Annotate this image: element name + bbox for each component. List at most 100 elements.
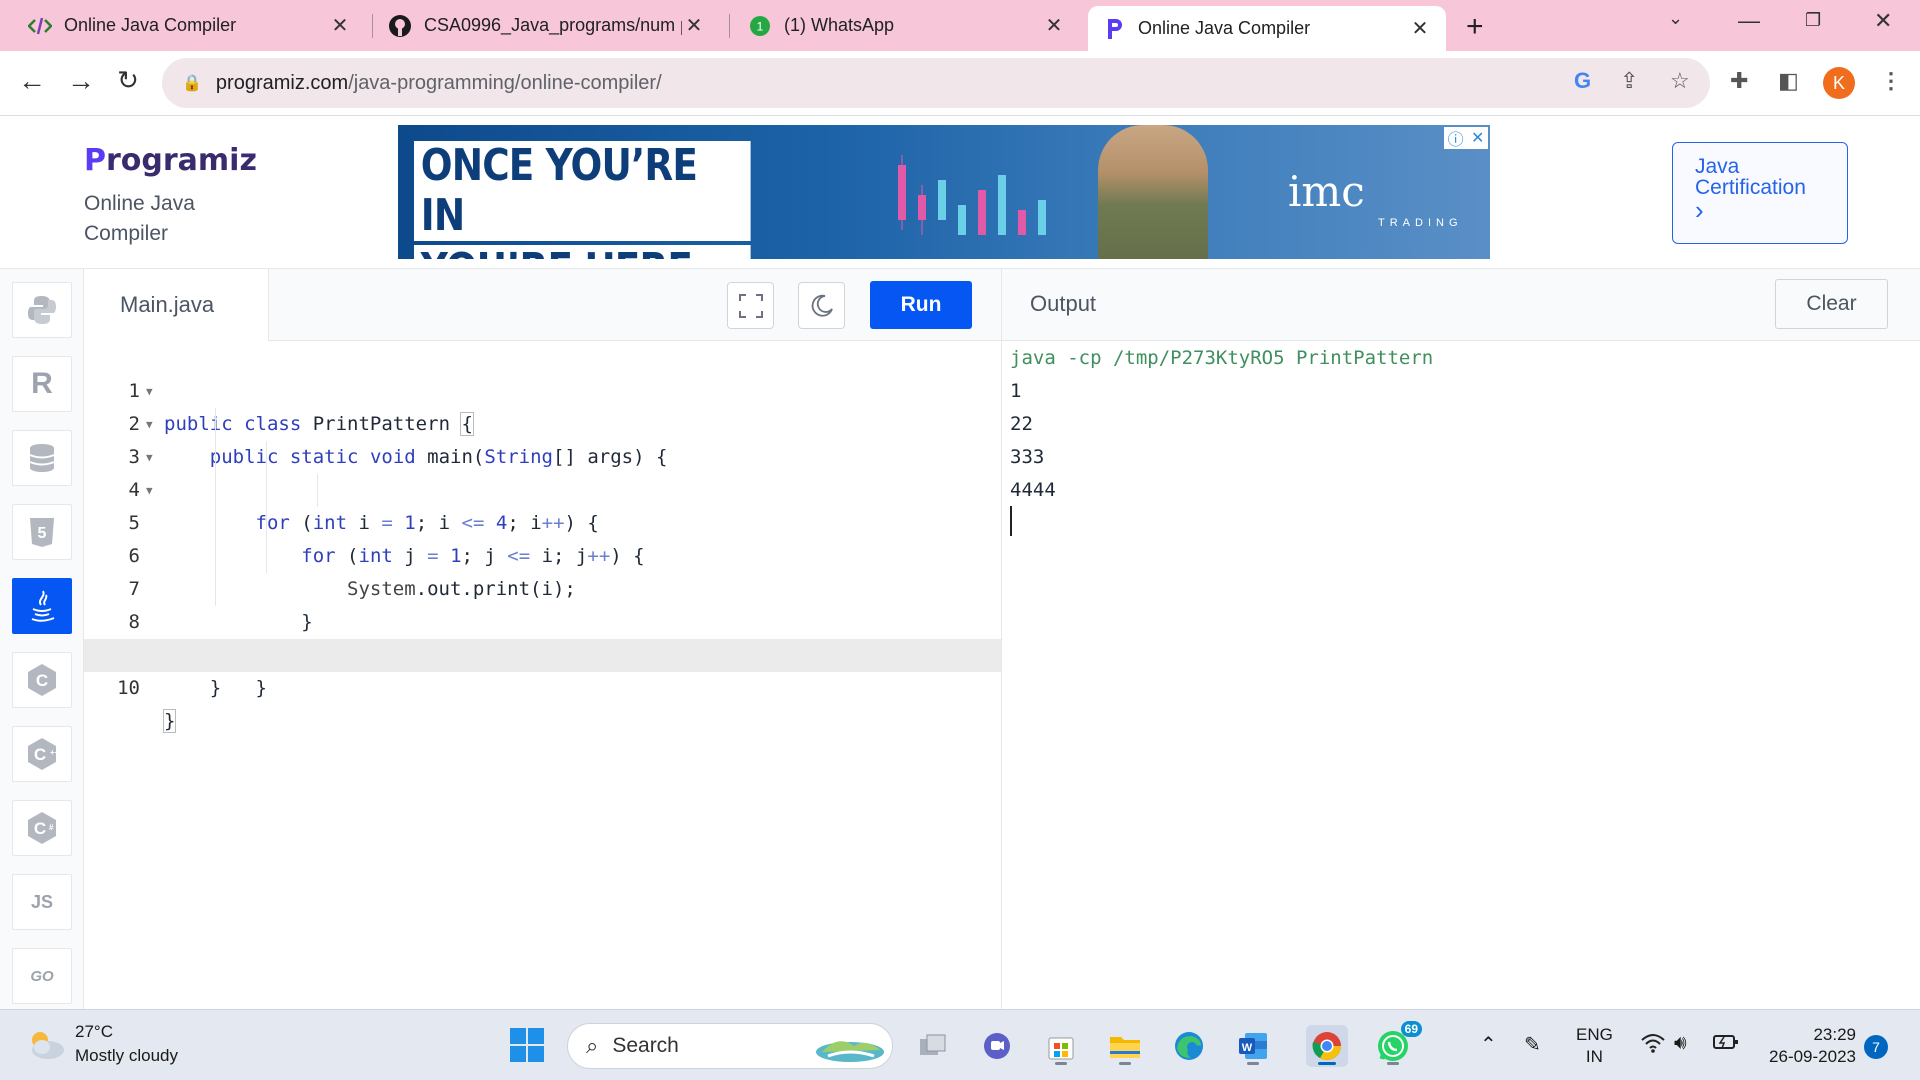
ad-brand-subtitle: TRADING (1378, 217, 1463, 229)
tab-search-icon[interactable]: ⌄ (1668, 8, 1683, 29)
tab-title: CSA0996_Java_programs/num p (424, 15, 682, 35)
close-icon[interactable]: ✕ (1042, 13, 1066, 38)
share-icon[interactable]: ⇪ (1620, 68, 1638, 94)
battery-icon[interactable] (1712, 1032, 1740, 1058)
notification-count-badge[interactable]: 7 (1864, 1035, 1888, 1059)
url-path: /java-programming/online-compiler/ (348, 71, 662, 94)
menu-kebab-icon[interactable]: ⋮ (1880, 68, 1902, 94)
bookmark-star-icon[interactable]: ☆ (1670, 68, 1690, 94)
csharp-icon[interactable]: C # (12, 800, 72, 856)
tab-title: Online Java Compiler (1138, 18, 1311, 38)
text-cursor (1010, 506, 1012, 536)
svg-text:W: W (1242, 1042, 1253, 1054)
edge-browser-icon[interactable] (1168, 1025, 1210, 1067)
tab-title: Online Java Compiler (64, 15, 237, 35)
run-button[interactable]: Run (870, 281, 972, 329)
language-sidebar: R 5 C C ++ C # JS GO (0, 269, 84, 1009)
restore-icon[interactable]: ❐ (1805, 10, 1821, 31)
taskbar-search-box[interactable]: ⌕ Search (567, 1023, 893, 1069)
clear-button[interactable]: Clear (1775, 279, 1888, 329)
code-line: 9 } (129, 644, 222, 699)
cpp-icon[interactable]: C ++ (12, 726, 72, 782)
pen-icon[interactable]: ✎ (1524, 1032, 1541, 1057)
ad-person-image (1098, 125, 1208, 259)
browser-tab-2[interactable]: CSA0996_Java_programs/num p ✕ (374, 0, 720, 51)
whatsapp-unread-badge: 69 (1400, 1021, 1422, 1037)
c-icon[interactable]: C (12, 652, 72, 708)
close-icon[interactable]: ✕ (1471, 128, 1484, 148)
tab-separator (729, 14, 730, 38)
windows-start-icon[interactable] (510, 1028, 544, 1062)
window-close-icon[interactable]: ✕ (1874, 8, 1892, 34)
code-line-current: 10 } (84, 639, 1001, 733)
system-clock[interactable]: 23:29 26-09-2023 (1758, 1024, 1856, 1068)
close-icon[interactable]: ✕ (1408, 16, 1432, 41)
code-line: 5 System.out.print(i); (84, 474, 1001, 600)
lock-icon: 🔒 (182, 75, 202, 92)
fullscreen-icon[interactable] (727, 282, 774, 329)
html5-icon[interactable]: 5 (12, 504, 72, 560)
address-bar[interactable]: 🔒 programiz.com/java-programming/online-… (162, 58, 1710, 108)
ad-brand-logo: imc (1288, 167, 1365, 216)
chrome-icon[interactable] (1306, 1025, 1348, 1067)
volume-icon[interactable]: 🔊︎ (1674, 1032, 1687, 1055)
programiz-icon (1102, 17, 1126, 41)
programiz-logo[interactable]: Programiz (84, 143, 257, 178)
code-line: 8 } (84, 573, 1001, 699)
dark-mode-moon-icon[interactable] (798, 282, 845, 329)
wifi-icon[interactable] (1640, 1032, 1666, 1060)
go-icon[interactable]: GO (12, 948, 72, 1004)
code-icon (28, 14, 52, 38)
svg-text:#: # (49, 823, 54, 832)
close-icon[interactable]: ✕ (682, 13, 706, 38)
teams-chat-icon[interactable] (976, 1025, 1018, 1067)
python-icon[interactable] (12, 282, 72, 338)
profile-avatar[interactable]: K (1823, 67, 1855, 99)
new-tab-button[interactable]: + (1466, 10, 1484, 44)
code-line: 3 ▼ for (int i = 1; i <= 4; i++) { (84, 408, 1001, 534)
search-icon: ⌕ (586, 1033, 599, 1058)
output-console[interactable]: java -cp /tmp/P273KtyRO5 PrintPattern 1 … (1001, 341, 1920, 1009)
word-icon[interactable]: W (1232, 1025, 1274, 1067)
whatsapp-taskbar-icon[interactable]: 69 (1372, 1021, 1422, 1067)
tab-title: (1) WhatsApp (784, 15, 895, 35)
browser-tab-4-active[interactable]: Online Java Compiler ✕ (1088, 6, 1446, 51)
close-icon[interactable]: ✕ (328, 13, 352, 38)
advertisement-banner[interactable]: ONCE YOU’RE IN YOU’RE HERE TO STAY imc T… (398, 125, 1490, 259)
sql-icon[interactable] (12, 430, 72, 486)
js-icon[interactable]: JS (12, 874, 72, 930)
r-icon[interactable]: R (12, 356, 72, 412)
forward-arrow-icon[interactable]: → (63, 65, 99, 97)
back-arrow-icon[interactable]: ← (14, 65, 50, 97)
java-certification-button[interactable]: Java Certification › (1672, 142, 1848, 244)
file-explorer-icon[interactable] (1104, 1025, 1146, 1067)
chevron-right-icon: › (1695, 195, 1704, 225)
windows-taskbar: 27°C Mostly cloudy ⌕ Search W 69 ⌃ ✎ ENG… (0, 1009, 1920, 1080)
chevron-up-icon[interactable]: ⌃ (1480, 1032, 1497, 1057)
weather-description[interactable]: Mostly cloudy (75, 1046, 178, 1066)
task-view-icon[interactable] (912, 1025, 954, 1067)
ad-info-icon[interactable]: ⓘ (1448, 126, 1464, 150)
weather-temperature[interactable]: 27°C (75, 1022, 113, 1042)
svg-text:1: 1 (757, 19, 764, 33)
output-line: 4444 (1010, 479, 1056, 501)
browser-tab-1[interactable]: Online Java Compiler ✕ (14, 0, 366, 51)
reload-icon[interactable]: ↻ (110, 65, 146, 96)
code-editor[interactable]: 1 ▼ public class PrintPattern { 2 ▼ public… (84, 341, 1001, 1009)
file-tab-main-java[interactable]: Main.java (84, 269, 269, 341)
ad-headline: ONCE YOU’RE IN YOU’RE HERE TO STAY (414, 141, 810, 259)
search-highlight-icon (816, 1041, 884, 1062)
language-indicator[interactable]: ENG IN (1576, 1024, 1613, 1068)
extensions-icon[interactable]: ✚ (1730, 68, 1748, 94)
code-line: 7 System.out.println(); (84, 540, 1001, 666)
cloudy-weather-icon[interactable] (26, 1028, 66, 1060)
ad-close-icon[interactable]: ⓘ ✕ (1444, 127, 1488, 149)
microsoft-store-icon[interactable] (1040, 1025, 1082, 1067)
minimize-icon[interactable]: — (1738, 8, 1760, 34)
side-panel-icon[interactable]: ◧ (1778, 68, 1799, 94)
ad-line-2: YOU’RE HERE TO STAY (414, 245, 751, 259)
browser-tab-3[interactable]: 1 (1) WhatsApp ✕ (734, 0, 1080, 51)
google-lens-icon[interactable]: G (1574, 68, 1591, 94)
java-icon[interactable] (12, 578, 72, 634)
output-toolbar: Output Clear (1001, 269, 1920, 341)
